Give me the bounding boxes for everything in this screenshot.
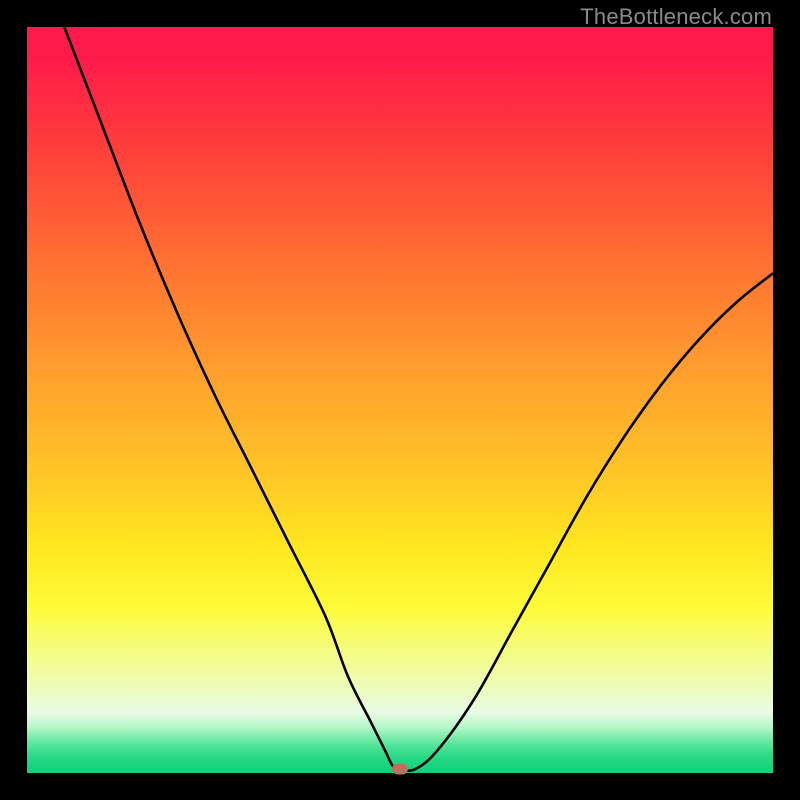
chart-frame: TheBottleneck.com [0, 0, 800, 800]
bottleneck-curve [27, 27, 773, 773]
optimum-marker [392, 764, 408, 775]
curve-path [64, 27, 773, 771]
watermark-text: TheBottleneck.com [580, 4, 772, 30]
plot-area [27, 27, 773, 773]
